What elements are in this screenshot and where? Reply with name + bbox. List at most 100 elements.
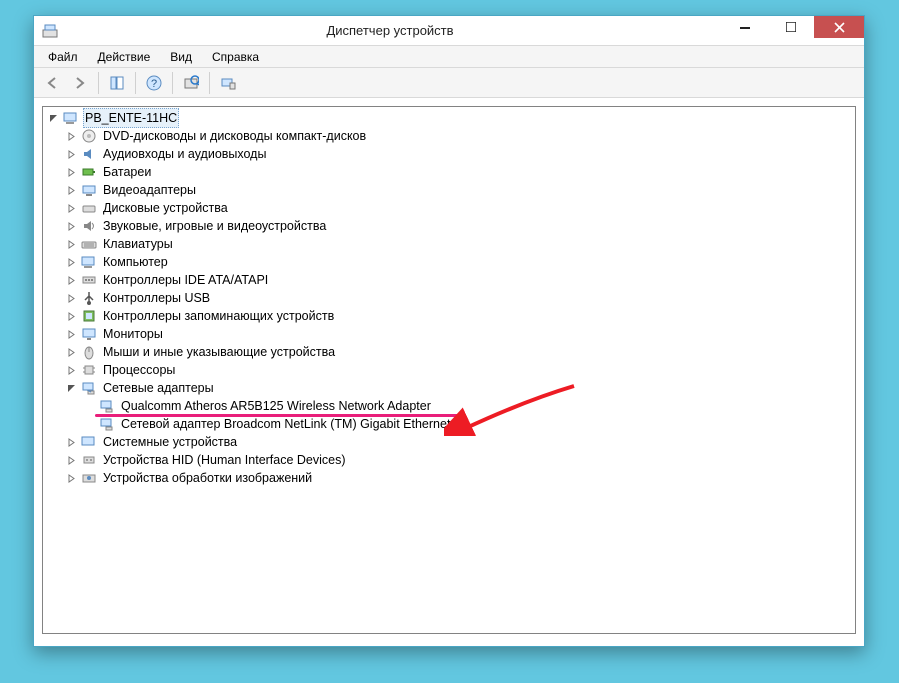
expand-icon[interactable] [65,256,77,268]
tree-label: Сетевые адаптеры [101,379,216,397]
toolbar-divider [98,72,99,94]
tree-item-monitor[interactable]: Мониторы [43,325,855,343]
tree-label: DVD-дисководы и дисководы компакт-дисков [101,127,368,145]
speaker-icon [81,218,97,234]
tree-item-hid[interactable]: Устройства HID (Human Interface Devices) [43,451,855,469]
toolbar-divider [172,72,173,94]
tree-item-network[interactable]: Сетевые адаптеры [43,379,855,397]
expand-icon[interactable] [65,364,77,376]
expand-icon[interactable] [65,292,77,304]
tree-item-audio[interactable]: Аудиовходы и аудиовыходы [43,145,855,163]
cpu-icon [81,362,97,378]
expand-icon[interactable] [65,310,77,322]
forward-button[interactable] [68,71,92,95]
expand-icon[interactable] [65,148,77,160]
battery-icon [81,164,97,180]
expand-icon[interactable] [65,472,77,484]
close-button[interactable] [814,16,864,38]
maximize-button[interactable] [768,16,814,38]
network-icon [81,380,97,396]
tree-root-label: PB_ENTE-11HC [83,108,179,128]
tree-item-ide[interactable]: Контроллеры IDE ATA/ATAPI [43,271,855,289]
tree-label: Компьютер [101,253,170,271]
tree-item-computer[interactable]: Компьютер [43,253,855,271]
network-adapter-icon [99,416,115,432]
tree-label: Видеоадаптеры [101,181,198,199]
tree-item-disk[interactable]: Дисковые устройства [43,199,855,217]
expand-icon[interactable] [65,130,77,142]
disk-icon [81,200,97,216]
devices-printers-button[interactable] [216,71,240,95]
expand-icon[interactable] [65,454,77,466]
scan-hardware-button[interactable] [179,71,203,95]
hid-icon [81,452,97,468]
tree-label: Сетевой адаптер Broadcom NetLink (TM) Gi… [119,415,452,433]
tree-item-mouse[interactable]: Мыши и иные указывающие устройства [43,343,855,361]
tree-label: Мониторы [101,325,165,343]
tree-label: Дисковые устройства [101,199,230,217]
expand-icon[interactable] [65,274,77,286]
expand-icon[interactable] [65,346,77,358]
collapse-icon[interactable] [47,112,59,124]
twisty-spacer [83,418,95,430]
tree-item-keyboard[interactable]: Клавиатуры [43,235,855,253]
storage-icon [81,308,97,324]
toolbar-divider [209,72,210,94]
toolbar-divider [135,72,136,94]
titlebar: Диспетчер устройств [34,16,864,46]
tree-label: Процессоры [101,361,177,379]
tree-label: Контроллеры запоминающих устройств [101,307,336,325]
menubar: Файл Действие Вид Справка [34,46,864,68]
tree-item-usb[interactable]: Контроллеры USB [43,289,855,307]
app-icon [42,23,58,39]
show-hide-tree-button[interactable] [105,71,129,95]
twisty-spacer [83,400,95,412]
tree-label: Контроллеры USB [101,289,212,307]
tree-item-storage[interactable]: Контроллеры запоминающих устройств [43,307,855,325]
tree-item-video[interactable]: Видеоадаптеры [43,181,855,199]
tree-root[interactable]: PB_ENTE-11HC [43,109,855,127]
tree-item-ethernet-adapter[interactable]: Сетевой адаптер Broadcom NetLink (TM) Gi… [43,415,855,433]
menu-action[interactable]: Действие [90,48,159,66]
menu-file[interactable]: Файл [40,48,86,66]
window-title: Диспетчер устройств [58,23,722,38]
expand-icon[interactable] [65,202,77,214]
imaging-icon [81,470,97,486]
collapse-icon[interactable] [65,382,77,394]
tree-label: Системные устройства [101,433,239,451]
device-tree-panel[interactable]: PB_ENTE-11HC DVD-дисководы и дисководы к… [42,106,856,634]
tree-label: Qualcomm Atheros AR5B125 Wireless Networ… [119,397,433,415]
back-button[interactable] [40,71,64,95]
menu-help[interactable]: Справка [204,48,267,66]
minimize-button[interactable] [722,16,768,38]
tree-item-battery[interactable]: Батареи [43,163,855,181]
expand-icon[interactable] [65,436,77,448]
audio-icon [81,146,97,162]
mouse-icon [81,344,97,360]
tree-label: Аудиовходы и аудиовыходы [101,145,268,163]
tree-label: Контроллеры IDE ATA/ATAPI [101,271,270,289]
tree-item-wireless-adapter[interactable]: Qualcomm Atheros AR5B125 Wireless Networ… [43,397,855,415]
expand-icon[interactable] [65,220,77,232]
keyboard-icon [81,236,97,252]
expand-icon[interactable] [65,184,77,196]
expand-icon[interactable] [65,166,77,178]
tree-label: Звуковые, игровые и видеоустройства [101,217,328,235]
expand-icon[interactable] [65,328,77,340]
tree-item-dvd[interactable]: DVD-дисководы и дисководы компакт-дисков [43,127,855,145]
computer-icon [81,254,97,270]
expand-icon[interactable] [65,238,77,250]
tree-item-sound[interactable]: Звуковые, игровые и видеоустройства [43,217,855,235]
ide-icon [81,272,97,288]
tree-label: Устройства HID (Human Interface Devices) [101,451,348,469]
help-button[interactable]: ? [142,71,166,95]
tree-item-imaging[interactable]: Устройства обработки изображений [43,469,855,487]
toolbar: ? [34,68,864,98]
tree-item-cpu[interactable]: Процессоры [43,361,855,379]
usb-icon [81,290,97,306]
window-buttons [722,16,864,45]
tree-item-system[interactable]: Системные устройства [43,433,855,451]
menu-view[interactable]: Вид [162,48,200,66]
svg-text:?: ? [151,78,157,90]
monitor-icon [81,326,97,342]
